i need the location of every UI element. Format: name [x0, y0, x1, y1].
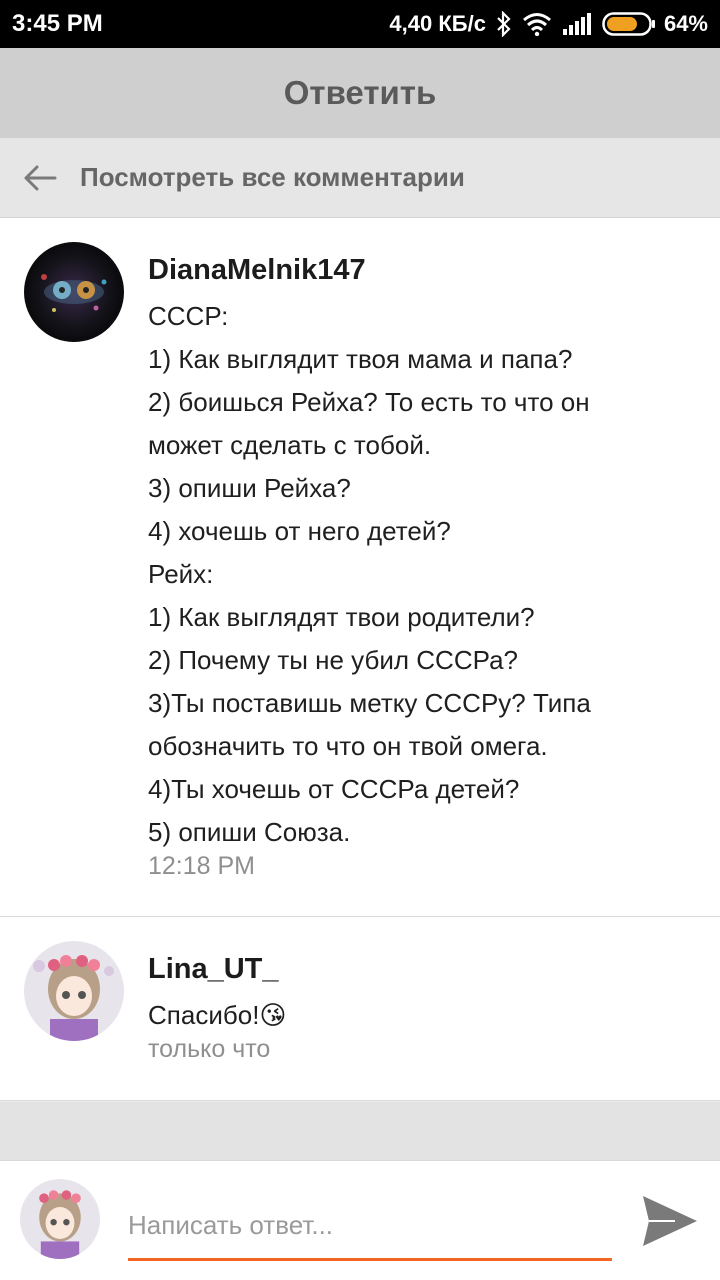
list-spacer — [0, 1102, 720, 1160]
comment-line: 2) боишься Рейха? То есть то что он — [148, 387, 590, 417]
comment-line: 3)Ты поставишь метку СССРу? Типа — [148, 688, 591, 718]
reply-input[interactable] — [128, 1201, 612, 1261]
status-icons: 4,40 КБ/с 64% — [389, 11, 708, 37]
comment-text: Спасибо!😘 — [148, 994, 696, 1037]
comment-line: 3) опиши Рейха? — [148, 473, 351, 503]
comment-item: DianaMelnik147 СССР: 1) Как выглядит тво… — [0, 218, 720, 917]
view-all-comments-button[interactable]: Посмотреть все комментарии — [0, 138, 720, 218]
page-title: Ответить — [283, 74, 437, 111]
send-icon — [641, 1194, 699, 1253]
battery-indicator: 64% — [602, 11, 708, 37]
comment-line: может сделать с тобой. — [148, 430, 432, 460]
comment-timestamp: только что — [148, 1035, 271, 1063]
battery-percent: 64% — [663, 11, 708, 36]
comment-username[interactable]: Lina_UT_ — [148, 953, 696, 986]
comment-username[interactable]: DianaMelnik147 — [148, 254, 696, 287]
comment-line: 5) опиши Союза. — [148, 817, 351, 847]
view-all-label: Посмотреть все комментарии — [80, 162, 465, 192]
signal-icon — [562, 13, 592, 35]
send-button[interactable] — [638, 1191, 702, 1255]
reply-bar — [0, 1160, 720, 1280]
kiss-emoji-icon: 😘 — [259, 1000, 287, 1030]
status-bar: 3:45 PM 4,40 КБ/с 64% — [0, 0, 720, 48]
avatar[interactable] — [24, 941, 124, 1041]
comment-line: 1) Как выглядят твои родители? — [148, 602, 535, 632]
comment-line: Спасибо! — [148, 1000, 260, 1030]
comment-line: 4)Ты хочешь от СССРа детей? — [148, 774, 520, 804]
battery-icon — [602, 12, 656, 36]
network-speed: 4,40 КБ/с — [389, 11, 486, 36]
arrow-left-icon[interactable] — [0, 138, 80, 218]
comment-timestamp: 12:18 PM — [148, 852, 256, 880]
bluetooth-icon — [496, 11, 512, 37]
comment-line: СССР: — [148, 301, 229, 331]
comment-line: 4) хочешь от него детей? — [148, 516, 451, 546]
comment-body: DianaMelnik147 СССР: 1) Как выглядит тво… — [148, 242, 696, 916]
comment-line: 2) Почему ты не убил СССРа? — [148, 645, 519, 675]
comment-text: СССР: 1) Как выглядит твоя мама и папа? … — [148, 295, 696, 854]
status-time: 3:45 PM — [12, 10, 103, 37]
comment-line: обозначить то что он твой омега. — [148, 731, 548, 761]
comment-line: Рейх: — [148, 559, 214, 589]
comment-body: Lina_UT_ Спасибо!😘 только что — [148, 941, 696, 1100]
comment-line: 1) Как выглядит твоя мама и папа? — [148, 344, 573, 374]
comment-list: DianaMelnik147 СССР: 1) Как выглядит тво… — [0, 218, 720, 1101]
comment-item: Lina_UT_ Спасибо!😘 только что — [0, 917, 720, 1101]
avatar[interactable] — [24, 242, 124, 342]
header: Ответить — [0, 48, 720, 138]
avatar — [20, 1179, 100, 1259]
wifi-icon — [522, 12, 552, 36]
